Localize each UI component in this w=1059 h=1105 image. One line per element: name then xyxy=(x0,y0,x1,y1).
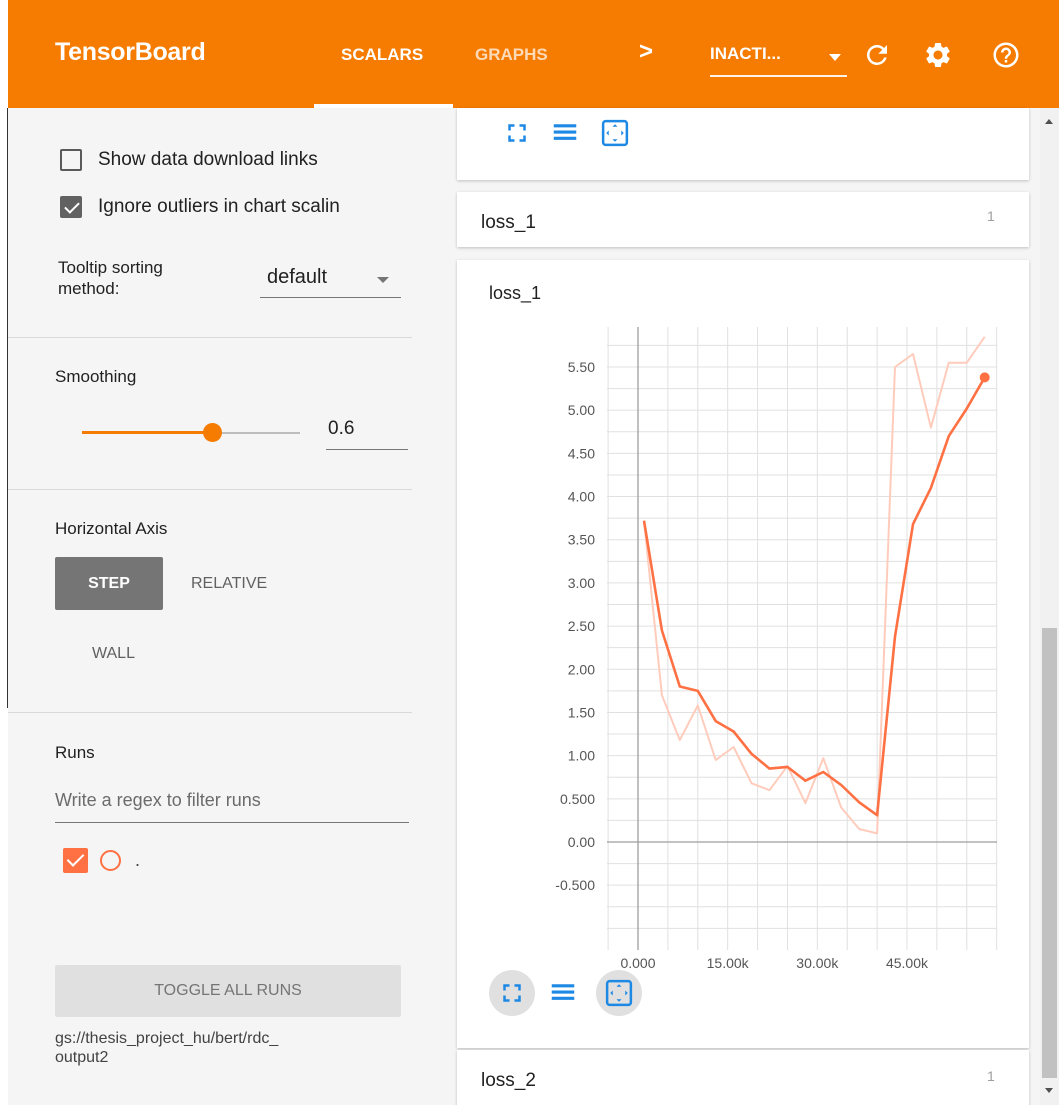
divider xyxy=(8,489,412,490)
x-axis-ticks: 0.000 15.00k 30.00k 45.00k xyxy=(620,955,929,971)
inactive-dashboards-select[interactable]: INACTI... xyxy=(710,40,847,77)
category-count: 1 xyxy=(987,208,995,224)
help-icon[interactable] xyxy=(991,40,1021,70)
x-tick-label: 0.000 xyxy=(620,955,655,971)
y-tick-label: 3.50 xyxy=(568,532,595,548)
loss-1-category-header[interactable]: loss_1 1 xyxy=(457,192,1029,247)
smoothing-slider-fill xyxy=(82,431,212,434)
settings-icon[interactable] xyxy=(923,40,953,70)
tooltip-sorting-value: default xyxy=(267,266,328,288)
runs-label: Runs xyxy=(55,743,95,762)
smoothing-label: Smoothing xyxy=(55,367,137,386)
runs-filter-input[interactable]: Write a regex to filter runs xyxy=(55,786,409,823)
smoothing-value-input[interactable]: 0.6 xyxy=(326,418,408,450)
tooltip-sorting-label-line1: Tooltip sorting xyxy=(58,258,163,277)
tooltip-sorting-label-line2: method: xyxy=(58,279,120,298)
toggle-all-runs-button[interactable]: TOGGLE ALL RUNS xyxy=(55,965,401,1017)
tooltip-sorting-select[interactable]: default xyxy=(260,263,401,298)
scroll-up-arrow-icon[interactable] xyxy=(1045,119,1053,124)
previous-chart-card xyxy=(457,108,1029,180)
loss-2-category-header[interactable]: loss_2 1 xyxy=(457,1050,1029,1105)
horizontal-axis-label: Horizontal Axis xyxy=(55,519,168,538)
series-last-point xyxy=(979,372,990,383)
tab-graphs[interactable]: GRAPHS xyxy=(475,45,548,65)
series-line-smoothed xyxy=(642,376,986,817)
caret-down-icon xyxy=(829,54,841,61)
loss-1-chart-card: loss_1 5.50 5.00 4.50 4.00 3.50 3.00 2.50 2.00 1… xyxy=(457,260,1029,1048)
tooltip-sorting-label: Tooltip sorting method: xyxy=(58,257,163,299)
logdir-line2: output2 xyxy=(55,1049,109,1066)
ignore-outliers-checkbox[interactable]: Ignore outliers in chart scalin xyxy=(60,196,412,218)
chevron-right-icon[interactable]: > xyxy=(639,38,653,66)
app-header: TensorBoard SCALARS GRAPHS > INACTI... xyxy=(8,0,1059,108)
loss-1-chart[interactable]: 5.50 5.00 4.50 4.00 3.50 3.00 2.50 2.00 1.50 1.00… xyxy=(457,300,1029,1000)
caret-down-icon xyxy=(377,277,389,283)
refresh-icon[interactable] xyxy=(862,40,892,70)
checkbox-box[interactable] xyxy=(60,149,82,171)
y-tick-label: 1.00 xyxy=(568,748,595,764)
x-tick-label: 15.00k xyxy=(707,955,750,971)
category-count: 1 xyxy=(987,1068,995,1084)
logdir-line1: gs://thesis_project_hu/bert/rdc_ xyxy=(55,1030,279,1047)
y-tick-label: -0.500 xyxy=(555,877,595,893)
scroll-down-arrow-icon[interactable] xyxy=(1045,1088,1053,1093)
show-download-links-checkbox[interactable]: Show data download links xyxy=(60,149,318,171)
run-name: . xyxy=(135,850,141,870)
y-axis-ticks: 5.50 5.00 4.50 4.00 3.50 3.00 2.50 2.00 1.50 1.00… xyxy=(555,359,595,893)
series-line-raw xyxy=(643,336,986,835)
fit-domain-icon[interactable] xyxy=(604,978,634,1008)
category-title: loss_2 xyxy=(481,1070,536,1091)
y-tick-label: 0.00 xyxy=(568,834,595,850)
axis-relative-button[interactable]: RELATIVE xyxy=(191,575,267,593)
axis-step-button[interactable]: STEP xyxy=(55,557,163,610)
checkbox-box-checked[interactable] xyxy=(60,196,82,218)
run-checkbox[interactable] xyxy=(63,848,88,873)
smoothing-slider-knob[interactable] xyxy=(203,423,222,442)
fullscreen-icon[interactable] xyxy=(502,118,532,148)
y-tick-label: 0.500 xyxy=(560,791,595,807)
y-tick-label: 2.50 xyxy=(568,618,595,634)
y-tick-label: 4.50 xyxy=(568,445,595,461)
x-tick-label: 45.00k xyxy=(886,955,929,971)
data-table-icon[interactable] xyxy=(550,118,580,148)
tab-scalars[interactable]: SCALARS xyxy=(341,45,423,65)
logdir-path: gs://thesis_project_hu/bert/rdc_ output2 xyxy=(55,1029,385,1067)
y-tick-label: 1.50 xyxy=(568,704,595,720)
y-tick-label: 2.00 xyxy=(568,661,595,677)
run-item[interactable]: . xyxy=(63,848,140,873)
x-tick-label: 30.00k xyxy=(796,955,839,971)
y-tick-label: 4.00 xyxy=(568,489,595,505)
divider xyxy=(8,712,412,713)
y-tick-label: 5.50 xyxy=(568,359,595,375)
scrollbar-thumb[interactable] xyxy=(1042,628,1057,1078)
app-brand[interactable]: TensorBoard xyxy=(55,38,206,67)
show-download-links-label: Show data download links xyxy=(98,149,318,170)
divider xyxy=(8,337,412,338)
data-table-icon[interactable] xyxy=(548,978,578,1008)
y-tick-label: 5.00 xyxy=(568,402,595,418)
run-color-circle-icon xyxy=(100,850,121,871)
fit-domain-icon[interactable] xyxy=(600,118,630,148)
inactive-select-label: INACTI... xyxy=(710,44,781,63)
ignore-outliers-label: Ignore outliers in chart scalin xyxy=(98,196,340,217)
axis-wall-button[interactable]: WALL xyxy=(92,645,135,663)
category-title: loss_1 xyxy=(481,212,536,233)
y-tick-label: 3.00 xyxy=(568,575,595,591)
fullscreen-icon[interactable] xyxy=(497,978,527,1008)
